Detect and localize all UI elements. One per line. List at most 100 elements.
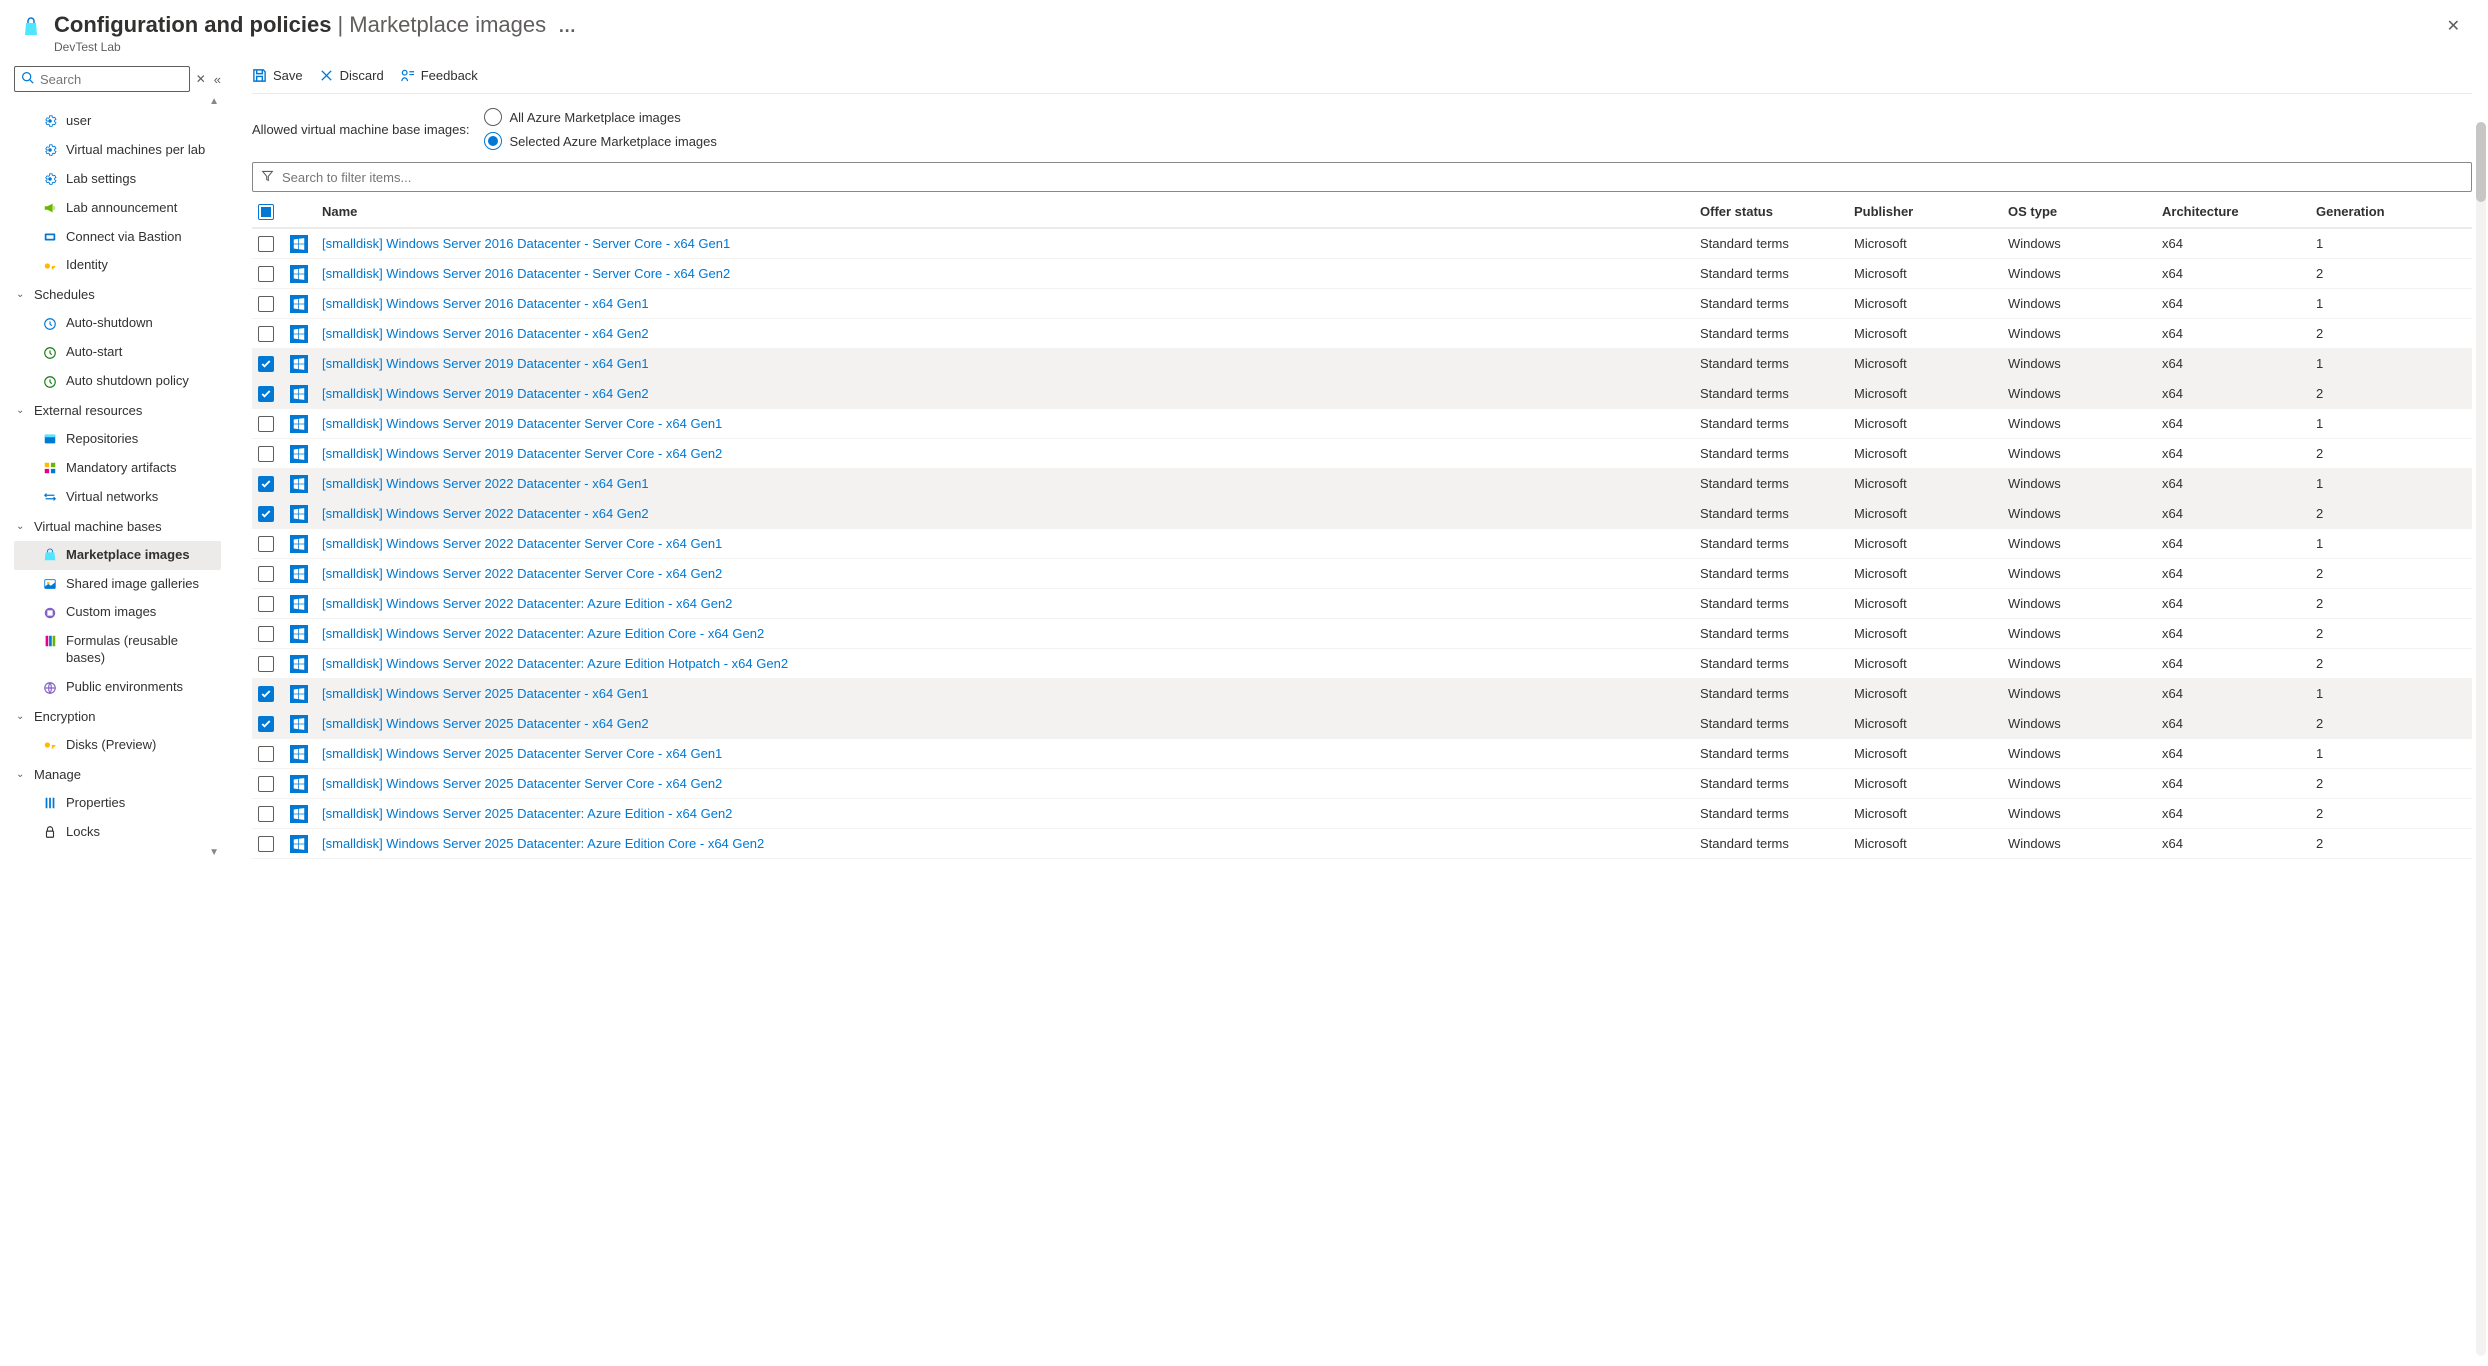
filter-box[interactable]: [252, 162, 2472, 192]
sidebar-item[interactable]: user: [14, 107, 221, 136]
collapse-sidebar-icon[interactable]: «: [212, 70, 223, 89]
col-name[interactable]: Name: [322, 204, 1696, 219]
table-row[interactable]: [smalldisk] Windows Server 2025 Datacent…: [252, 739, 2472, 769]
image-name-link[interactable]: [smalldisk] Windows Server 2022 Datacent…: [322, 626, 764, 641]
row-checkbox[interactable]: [258, 686, 274, 702]
table-row[interactable]: [smalldisk] Windows Server 2025 Datacent…: [252, 799, 2472, 829]
table-row[interactable]: [smalldisk] Windows Server 2022 Datacent…: [252, 559, 2472, 589]
sidebar-item[interactable]: Lab settings: [14, 165, 221, 194]
radio-all-images[interactable]: All Azure Marketplace images: [484, 108, 717, 126]
image-name-link[interactable]: [smalldisk] Windows Server 2025 Datacent…: [322, 686, 649, 701]
sidebar-item[interactable]: Identity: [14, 251, 221, 280]
scroll-up-arrow-icon[interactable]: ▲: [14, 96, 221, 107]
image-name-link[interactable]: [smalldisk] Windows Server 2019 Datacent…: [322, 386, 649, 401]
main-scrollbar-track[interactable]: [2476, 122, 2486, 1356]
clear-search-icon[interactable]: ✕: [196, 72, 206, 86]
table-row[interactable]: [smalldisk] Windows Server 2022 Datacent…: [252, 469, 2472, 499]
row-checkbox[interactable]: [258, 806, 274, 822]
sidebar-item[interactable]: Formulas (reusable bases): [14, 627, 221, 673]
filter-input[interactable]: [282, 170, 2463, 185]
scroll-down-arrow-icon[interactable]: ▼: [14, 847, 221, 858]
image-name-link[interactable]: [smalldisk] Windows Server 2019 Datacent…: [322, 356, 649, 371]
row-checkbox[interactable]: [258, 356, 274, 372]
sidebar-item[interactable]: Lab announcement: [14, 194, 221, 223]
sidebar-item[interactable]: Shared image galleries: [14, 570, 221, 599]
image-name-link[interactable]: [smalldisk] Windows Server 2025 Datacent…: [322, 716, 649, 731]
row-checkbox[interactable]: [258, 566, 274, 582]
row-checkbox[interactable]: [258, 296, 274, 312]
save-button[interactable]: Save: [252, 68, 303, 83]
sidebar-item[interactable]: Connect via Bastion: [14, 223, 221, 252]
row-checkbox[interactable]: [258, 536, 274, 552]
image-name-link[interactable]: [smalldisk] Windows Server 2022 Datacent…: [322, 506, 649, 521]
table-row[interactable]: [smalldisk] Windows Server 2022 Datacent…: [252, 649, 2472, 679]
col-offer[interactable]: Offer status: [1700, 204, 1850, 219]
table-row[interactable]: [smalldisk] Windows Server 2019 Datacent…: [252, 379, 2472, 409]
discard-button[interactable]: Discard: [319, 68, 384, 83]
sidebar-item[interactable]: Repositories: [14, 425, 221, 454]
image-name-link[interactable]: [smalldisk] Windows Server 2025 Datacent…: [322, 836, 764, 851]
image-name-link[interactable]: [smalldisk] Windows Server 2016 Datacent…: [322, 296, 649, 311]
close-button[interactable]: ✕: [2439, 12, 2468, 40]
image-name-link[interactable]: [smalldisk] Windows Server 2025 Datacent…: [322, 746, 722, 761]
row-checkbox[interactable]: [258, 656, 274, 672]
sidebar-group-header[interactable]: ⌄External resources: [14, 396, 221, 425]
sidebar-item[interactable]: Marketplace images: [14, 541, 221, 570]
sidebar-search[interactable]: [14, 66, 190, 92]
row-checkbox[interactable]: [258, 476, 274, 492]
col-publisher[interactable]: Publisher: [1854, 204, 2004, 219]
table-row[interactable]: [smalldisk] Windows Server 2019 Datacent…: [252, 409, 2472, 439]
table-row[interactable]: [smalldisk] Windows Server 2025 Datacent…: [252, 709, 2472, 739]
table-row[interactable]: [smalldisk] Windows Server 2019 Datacent…: [252, 349, 2472, 379]
grid-body[interactable]: [smalldisk] Windows Server 2016 Datacent…: [252, 228, 2472, 1366]
table-row[interactable]: [smalldisk] Windows Server 2016 Datacent…: [252, 289, 2472, 319]
row-checkbox[interactable]: [258, 716, 274, 732]
row-checkbox[interactable]: [258, 326, 274, 342]
table-row[interactable]: [smalldisk] Windows Server 2022 Datacent…: [252, 619, 2472, 649]
sidebar-item[interactable]: Disks (Preview): [14, 731, 221, 760]
sidebar-item[interactable]: Auto-start: [14, 338, 221, 367]
select-all-checkbox[interactable]: [258, 204, 274, 220]
sidebar-group-header[interactable]: ⌄Encryption: [14, 702, 221, 731]
image-name-link[interactable]: [smalldisk] Windows Server 2022 Datacent…: [322, 476, 649, 491]
table-row[interactable]: [smalldisk] Windows Server 2022 Datacent…: [252, 499, 2472, 529]
row-checkbox[interactable]: [258, 626, 274, 642]
image-name-link[interactable]: [smalldisk] Windows Server 2016 Datacent…: [322, 236, 730, 251]
image-name-link[interactable]: [smalldisk] Windows Server 2019 Datacent…: [322, 446, 722, 461]
sidebar-item[interactable]: Auto shutdown policy: [14, 367, 221, 396]
sidebar-item[interactable]: Mandatory artifacts: [14, 454, 221, 483]
image-name-link[interactable]: [smalldisk] Windows Server 2016 Datacent…: [322, 266, 730, 281]
col-gen[interactable]: Generation: [2316, 204, 2466, 219]
sidebar-item[interactable]: Public environments: [14, 673, 221, 702]
table-row[interactable]: [smalldisk] Windows Server 2025 Datacent…: [252, 679, 2472, 709]
sidebar-item[interactable]: Properties: [14, 789, 221, 818]
sidebar-group-header[interactable]: ⌄Virtual machine bases: [14, 512, 221, 541]
main-scrollbar-thumb[interactable]: [2476, 122, 2486, 202]
sidebar-item[interactable]: Custom images: [14, 598, 221, 627]
table-row[interactable]: [smalldisk] Windows Server 2016 Datacent…: [252, 259, 2472, 289]
image-name-link[interactable]: [smalldisk] Windows Server 2022 Datacent…: [322, 656, 788, 671]
row-checkbox[interactable]: [258, 416, 274, 432]
row-checkbox[interactable]: [258, 266, 274, 282]
image-name-link[interactable]: [smalldisk] Windows Server 2019 Datacent…: [322, 416, 722, 431]
row-checkbox[interactable]: [258, 596, 274, 612]
table-row[interactable]: [smalldisk] Windows Server 2022 Datacent…: [252, 529, 2472, 559]
row-checkbox[interactable]: [258, 836, 274, 852]
sidebar-group-header[interactable]: ⌄Schedules: [14, 280, 221, 309]
row-checkbox[interactable]: [258, 776, 274, 792]
sidebar-search-input[interactable]: [40, 72, 183, 87]
sidebar-item[interactable]: Locks: [14, 818, 221, 847]
table-row[interactable]: [smalldisk] Windows Server 2016 Datacent…: [252, 319, 2472, 349]
col-os[interactable]: OS type: [2008, 204, 2158, 219]
image-name-link[interactable]: [smalldisk] Windows Server 2022 Datacent…: [322, 596, 732, 611]
sidebar-item[interactable]: Auto-shutdown: [14, 309, 221, 338]
feedback-button[interactable]: Feedback: [400, 68, 478, 83]
image-name-link[interactable]: [smalldisk] Windows Server 2022 Datacent…: [322, 536, 722, 551]
table-row[interactable]: [smalldisk] Windows Server 2025 Datacent…: [252, 769, 2472, 799]
table-row[interactable]: [smalldisk] Windows Server 2025 Datacent…: [252, 829, 2472, 859]
table-row[interactable]: [smalldisk] Windows Server 2016 Datacent…: [252, 229, 2472, 259]
row-checkbox[interactable]: [258, 746, 274, 762]
row-checkbox[interactable]: [258, 386, 274, 402]
image-name-link[interactable]: [smalldisk] Windows Server 2016 Datacent…: [322, 326, 649, 341]
row-checkbox[interactable]: [258, 506, 274, 522]
